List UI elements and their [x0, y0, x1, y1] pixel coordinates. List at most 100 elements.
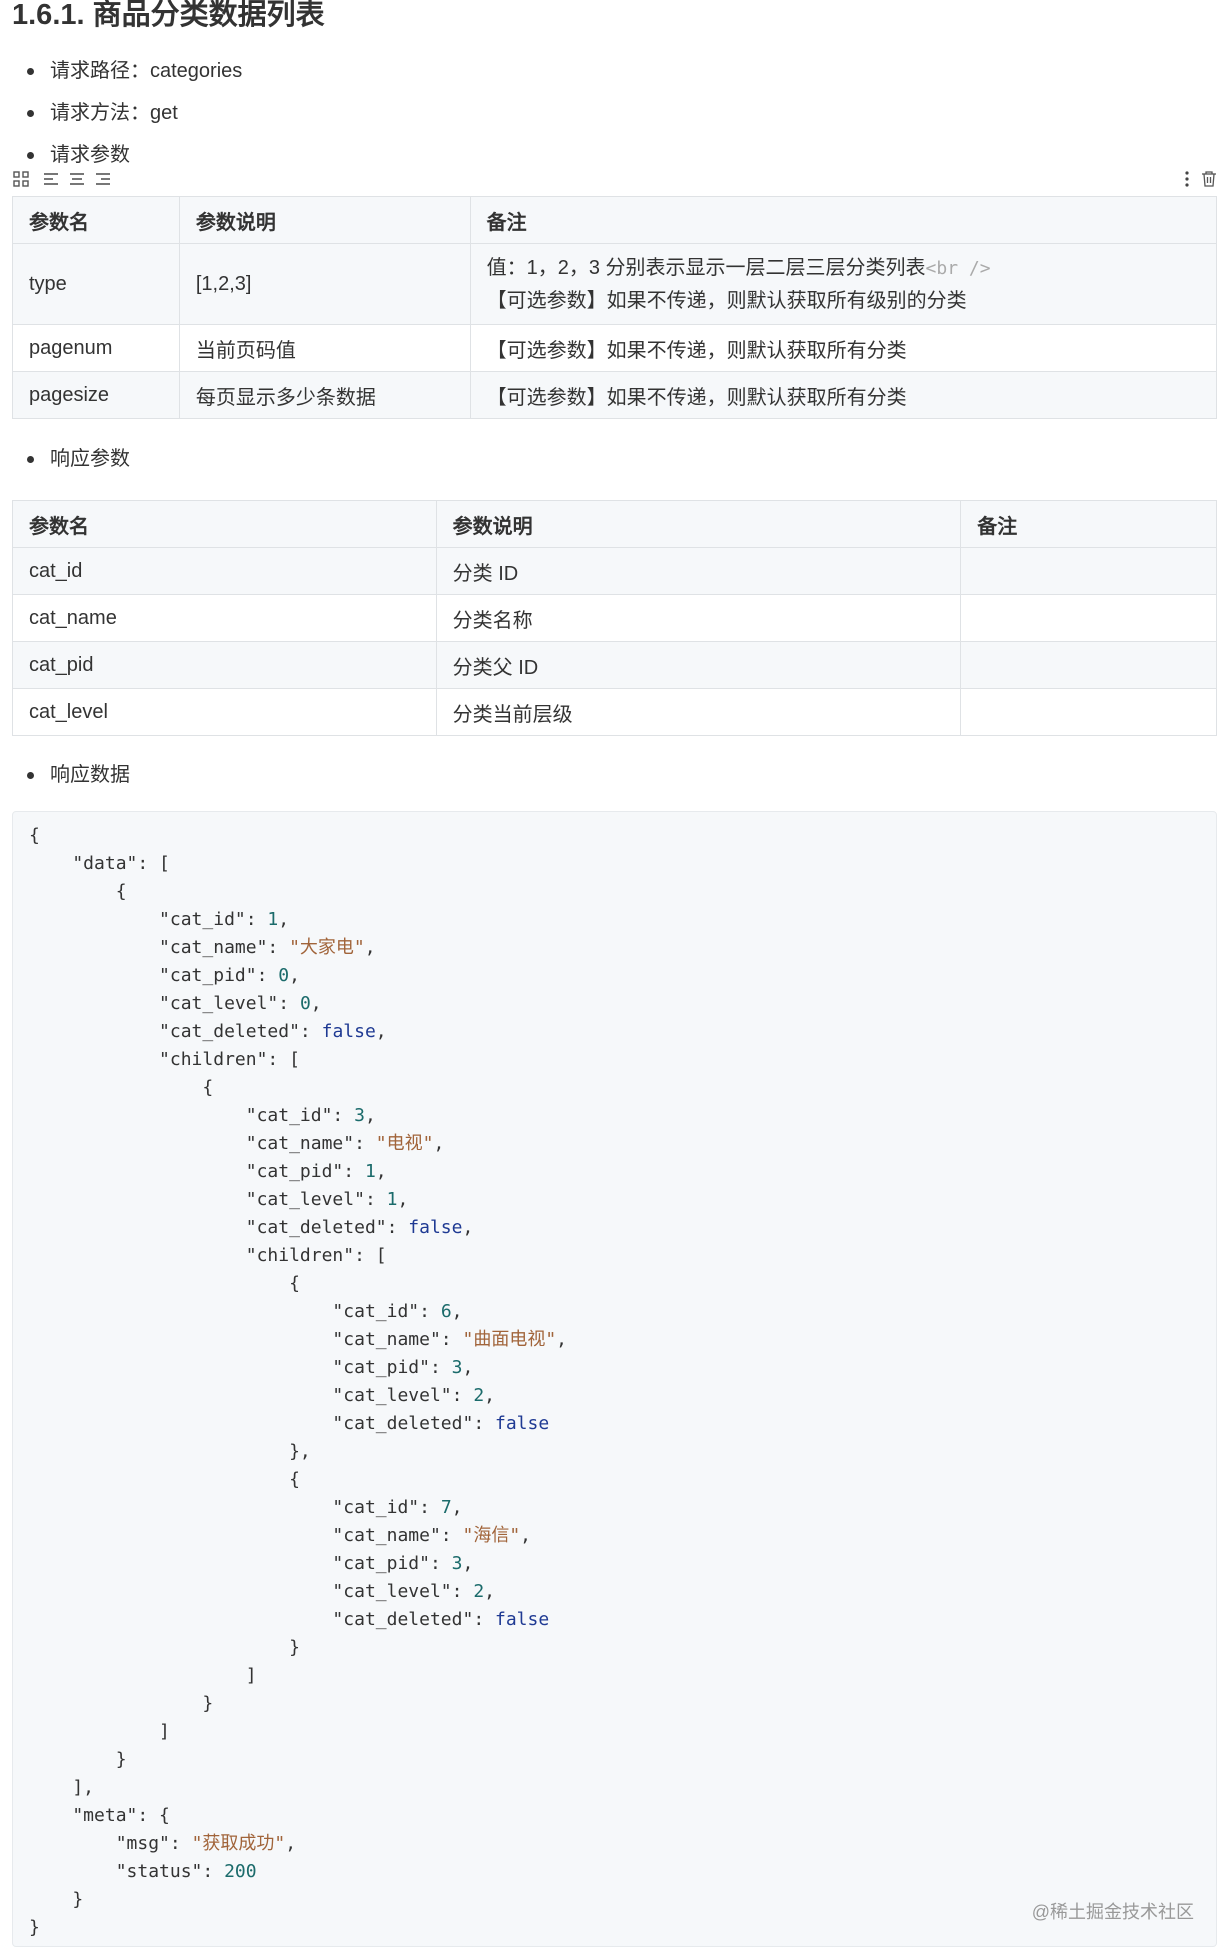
code-token: "cat_deleted":: [29, 1217, 409, 1238]
code-token: "cat_deleted":: [29, 1021, 322, 1042]
code-token: ,: [375, 1021, 387, 1042]
code-line: "cat_name": "海信",: [29, 1525, 531, 1546]
more-vertical-icon[interactable]: [1178, 170, 1196, 188]
trash-icon[interactable]: [1200, 170, 1218, 188]
code-token: "children": [: [29, 1245, 387, 1266]
request-params-table: 参数名 参数说明 备注 type [1,2,3] 值：1，2，3 分别表示显示一…: [12, 196, 1218, 419]
code-line: "cat_id": 7,: [29, 1497, 462, 1518]
code-token: ,: [433, 1133, 445, 1154]
request-method-text: 请求方法：get: [50, 102, 178, 124]
code-line: "cat_level": 1,: [29, 1189, 409, 1210]
table-toolbar: [12, 170, 1216, 192]
code-line: "cat_name": "曲面电视",: [29, 1329, 567, 1350]
code-token: }: [29, 1889, 84, 1910]
column-header: 参数名: [12, 500, 437, 548]
code-token: }: [29, 1693, 214, 1714]
code-token: ],: [29, 1777, 95, 1798]
code-line: "cat_pid": 3,: [29, 1357, 473, 1378]
code-content: { "data": [ { "cat_id": 1, "cat_name": "…: [13, 812, 1216, 1942]
code-block[interactable]: { "data": [ { "cat_id": 1, "cat_name": "…: [12, 811, 1217, 1947]
code-line: }: [29, 1917, 40, 1938]
code-line: {: [29, 1077, 213, 1098]
field-name-cell: cat_pid: [12, 641, 437, 689]
code-line: "cat_pid": 0,: [29, 965, 300, 986]
code-token: false: [495, 1413, 550, 1434]
code-token: 6: [440, 1301, 452, 1322]
code-token: 1: [364, 1161, 376, 1182]
code-token: "cat_pid":: [29, 1161, 365, 1182]
code-line: {: [29, 825, 40, 846]
code-token: 1: [386, 1189, 398, 1210]
table-row: cat_id 分类 ID: [12, 547, 1217, 595]
code-token: "cat_level":: [29, 1189, 387, 1210]
field-name-cell: cat_name: [12, 594, 437, 642]
code-token: false: [495, 1609, 550, 1630]
section-heading: 1.6.1. 商品分类数据列表: [12, 0, 325, 31]
table-row: pagesize 每页显示多少条数据 【可选参数】如果不传递，则默认获取所有分类: [12, 371, 1218, 419]
code-token: "cat_pid":: [29, 1553, 452, 1574]
code-token: ,: [364, 1105, 376, 1126]
column-header: 参数名: [12, 196, 180, 244]
code-line: "cat_name": "大家电",: [29, 937, 376, 958]
param-desc-cell: 每页显示多少条数据: [178, 371, 471, 419]
code-token: 3: [451, 1357, 463, 1378]
list-item-response-params: 响应参数: [27, 447, 130, 471]
code-line: "cat_deleted": false,: [29, 1217, 474, 1238]
code-token: {: [29, 1469, 300, 1490]
param-desc-cell: [1,2,3]: [178, 243, 471, 325]
code-token: ,: [556, 1329, 568, 1350]
response-data-text: 响应数据: [50, 764, 130, 786]
bullet-dot: [27, 68, 34, 75]
list-item-request-path: 请求路径：categories: [27, 59, 242, 83]
column-header: 备注: [469, 196, 1218, 244]
code-line: "cat_id": 1,: [29, 909, 289, 930]
grid-icon[interactable]: [12, 170, 30, 188]
field-note-cell: [960, 641, 1217, 689]
column-header: 备注: [960, 500, 1217, 548]
code-token: "cat_name":: [29, 1329, 463, 1350]
list-item-response-data: 响应数据: [27, 763, 130, 787]
bullet-dot: [27, 110, 34, 117]
code-token: ,: [462, 1357, 474, 1378]
code-token: "cat_name":: [29, 1133, 376, 1154]
code-token: "cat_name":: [29, 937, 290, 958]
code-line: "cat_level": 2,: [29, 1385, 495, 1406]
code-token: false: [408, 1217, 463, 1238]
table-row: type [1,2,3] 值：1，2，3 分别表示显示一层二层三层分类列表<br…: [12, 243, 1218, 325]
code-token: ]: [29, 1665, 257, 1686]
code-line: "children": [: [29, 1245, 387, 1266]
code-token: "海信": [462, 1525, 521, 1546]
align-left-icon[interactable]: [42, 170, 60, 188]
code-line: "cat_pid": 1,: [29, 1161, 387, 1182]
code-token: "cat_id":: [29, 1301, 441, 1322]
code-token: 0: [299, 993, 311, 1014]
code-line: {: [29, 881, 127, 902]
code-line: "meta": {: [29, 1805, 170, 1826]
param-note-cell: 值：1，2，3 分别表示显示一层二层三层分类列表<br /> 【可选参数】如果不…: [469, 243, 1218, 325]
code-token: "cat_name":: [29, 1525, 463, 1546]
table-row: cat_level 分类当前层级: [12, 688, 1217, 736]
bullet-dot: [27, 456, 34, 463]
code-token: "cat_pid":: [29, 1357, 452, 1378]
align-center-icon[interactable]: [68, 170, 86, 188]
code-line: "cat_id": 3,: [29, 1105, 376, 1126]
field-desc-cell: 分类名称: [435, 594, 962, 642]
code-line: "status": 200: [29, 1861, 257, 1882]
code-token: "cat_id":: [29, 1105, 355, 1126]
code-token: "大家电": [289, 937, 365, 958]
code-line: "data": [: [29, 853, 170, 874]
code-line: "children": [: [29, 1049, 300, 1070]
watermark: @稀土掘金技术社区: [1031, 1902, 1194, 1922]
field-desc-cell: 分类当前层级: [435, 688, 962, 736]
code-token: ,: [451, 1301, 463, 1322]
code-token: "cat_level":: [29, 993, 300, 1014]
param-name-cell: type: [12, 243, 180, 325]
code-line: }: [29, 1693, 213, 1714]
field-name-cell: cat_id: [12, 547, 437, 595]
code-line: ]: [29, 1665, 257, 1686]
code-token: ,: [285, 1833, 297, 1854]
code-line: "cat_level": 2,: [29, 1581, 495, 1602]
param-name-cell: pagenum: [12, 324, 180, 372]
code-token: "cat_deleted":: [29, 1413, 495, 1434]
align-right-icon[interactable]: [94, 170, 112, 188]
